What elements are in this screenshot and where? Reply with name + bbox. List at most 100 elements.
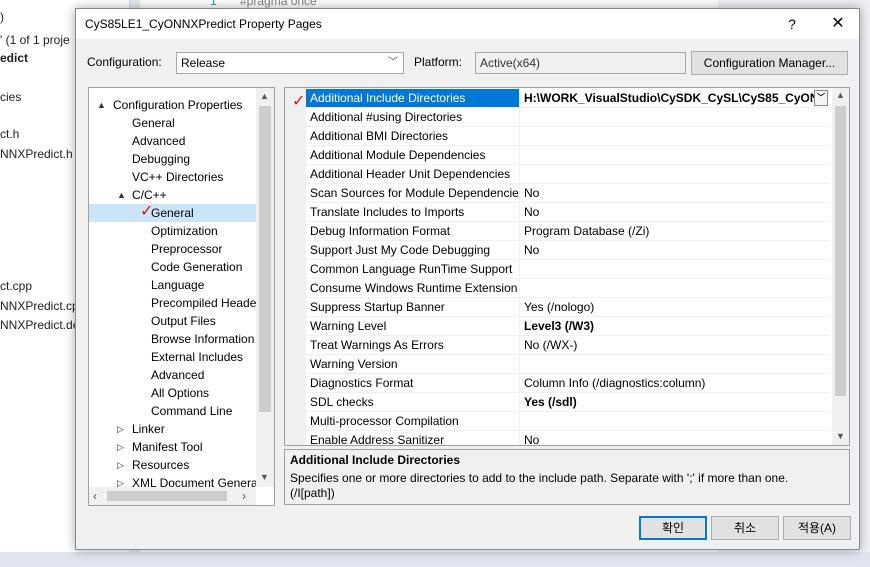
grid-vertical-scrollbar[interactable]: ▲ ▼ (832, 88, 849, 445)
property-value[interactable] (520, 260, 830, 278)
property-name[interactable]: SDL checks (306, 393, 520, 411)
scroll-down-icon[interactable]: ▼ (836, 431, 845, 441)
property-name[interactable]: Warning Level (306, 317, 520, 335)
tree-hscroll-thumb[interactable] (107, 491, 227, 501)
collapse-icon[interactable]: ▲ (117, 186, 126, 204)
property-value[interactable]: No (520, 241, 830, 259)
tree-item[interactable]: General (89, 204, 256, 222)
tree-item[interactable]: Browse Information (89, 330, 256, 348)
property-name[interactable]: Scan Sources for Module Dependencie (306, 184, 520, 202)
property-name[interactable]: Warning Version (306, 355, 520, 373)
property-value[interactable]: Level3 (/W3) (520, 317, 830, 335)
tree-item[interactable]: ▷ Linker (89, 420, 256, 438)
property-name[interactable]: Multi-processor Compilation (306, 412, 520, 430)
tree-horizontal-scrollbar[interactable]: ‹ › (89, 487, 256, 505)
tree-item[interactable]: VC++ Directories (89, 168, 256, 186)
grid-scroll-thumb[interactable] (835, 106, 846, 396)
property-name[interactable]: Enable Address Sanitizer (306, 431, 520, 445)
scroll-up-icon[interactable]: ▲ (836, 90, 845, 100)
property-row[interactable]: Multi-processor Compilation (306, 412, 830, 431)
tree-item[interactable]: Advanced (89, 366, 256, 384)
property-row[interactable]: Diagnostics Format Column Info (/diagnost… (306, 374, 830, 393)
property-name[interactable]: Additional Module Dependencies (306, 146, 520, 164)
property-value[interactable]: H:\WORK_VisualStudio\CySDK_CySL\CyS85_Cy… (520, 89, 830, 107)
property-value[interactable] (520, 355, 830, 373)
dialog-titlebar[interactable]: CyS85LE1_CyONNXPredict Property Pages ? … (76, 9, 859, 39)
property-value[interactable] (520, 146, 830, 164)
property-row[interactable]: Additional #using Directories (306, 108, 830, 127)
scroll-down-icon[interactable]: ▼ (260, 472, 269, 482)
tree-scroll-thumb[interactable] (259, 106, 271, 412)
property-row[interactable]: Support Just My Code Debugging No (306, 241, 830, 260)
apply-button[interactable]: 적용(A) (783, 516, 851, 540)
property-row[interactable]: Debug Information Format Program Database… (306, 222, 830, 241)
tree-item[interactable]: ▷ Resources (89, 456, 256, 474)
property-value[interactable]: Column Info (/diagnostics:column) (520, 374, 830, 392)
property-row[interactable]: Warning Level Level3 (/W3) (306, 317, 830, 336)
property-name[interactable]: Additional BMI Directories (306, 127, 520, 145)
property-name[interactable]: Debug Information Format (306, 222, 520, 240)
tree-item[interactable]: Debugging (89, 150, 256, 168)
tree-item[interactable]: Command Line (89, 402, 256, 420)
property-value[interactable] (520, 165, 830, 183)
configuration-manager-button[interactable]: Configuration Manager... (691, 51, 848, 75)
scroll-up-icon[interactable]: ▲ (260, 91, 269, 101)
solution-item[interactable]: NNXPredict.h (0, 147, 73, 161)
property-row[interactable]: SDL checks Yes (/sdl) (306, 393, 830, 412)
solution-item[interactable]: ct.h (0, 127, 19, 141)
solution-item[interactable]: ' (1 of 1 proje (0, 33, 70, 47)
property-name[interactable]: Support Just My Code Debugging (306, 241, 520, 259)
tree-item[interactable]: ▲ C/C++ (89, 186, 256, 204)
property-row[interactable]: Additional Header Unit Dependencies (306, 165, 830, 184)
property-row[interactable]: Additional BMI Directories (306, 127, 830, 146)
property-value[interactable]: Program Database (/Zi) (520, 222, 830, 240)
property-name[interactable]: Treat Warnings As Errors (306, 336, 520, 354)
property-row[interactable]: Scan Sources for Module Dependencie No (306, 184, 830, 203)
property-value[interactable] (520, 127, 830, 145)
property-value[interactable]: Yes (/nologo) (520, 298, 830, 316)
property-row[interactable]: Enable Address Sanitizer No (306, 431, 830, 445)
property-value[interactable]: No (520, 203, 830, 221)
tree-item[interactable]: Preprocessor (89, 240, 256, 258)
property-name[interactable]: Translate Includes to Imports (306, 203, 520, 221)
solution-item[interactable]: ) (0, 10, 4, 24)
property-row[interactable]: Additional Module Dependencies (306, 146, 830, 165)
tree-item[interactable]: Output Files (89, 312, 256, 330)
scroll-left-icon[interactable]: ‹ (93, 489, 97, 503)
tree-item[interactable]: All Options (89, 384, 256, 402)
property-name[interactable]: Suppress Startup Banner (306, 298, 520, 316)
collapse-icon[interactable]: ▲ (97, 96, 106, 114)
solution-item[interactable]: edict (0, 51, 28, 65)
ok-button[interactable]: 확인 (639, 516, 707, 540)
tree-item[interactable]: External Includes (89, 348, 256, 366)
solution-item[interactable]: ct.cpp (0, 279, 32, 293)
tree-item[interactable]: Precompiled Heade (89, 294, 256, 312)
property-row[interactable]: Common Language RunTime Support (306, 260, 830, 279)
property-row[interactable]: Warning Version (306, 355, 830, 374)
solution-item[interactable]: cies (0, 90, 21, 104)
property-row[interactable]: Translate Includes to Imports No (306, 203, 830, 222)
property-value[interactable]: No (520, 431, 830, 445)
property-value[interactable]: No (520, 184, 830, 202)
expand-icon[interactable]: ▷ (117, 456, 124, 474)
property-name[interactable]: Consume Windows Runtime Extension (306, 279, 520, 297)
property-name[interactable]: Additional Header Unit Dependencies (306, 165, 520, 183)
chevron-down-icon[interactable]: ﹀ (814, 90, 828, 106)
close-button[interactable]: ✕ (826, 13, 850, 35)
tree-item[interactable]: ▷ Manifest Tool (89, 438, 256, 456)
expand-icon[interactable]: ▷ (117, 420, 124, 438)
property-value[interactable] (520, 279, 830, 297)
property-value[interactable] (520, 412, 830, 430)
cancel-button[interactable]: 취소 (711, 516, 779, 540)
property-row[interactable]: Additional Include Directories H:\WORK_Vi… (306, 89, 830, 108)
solution-item[interactable]: NNXPredict.def (0, 318, 83, 332)
tree-item[interactable]: Advanced (89, 132, 256, 150)
property-value[interactable]: No (/WX-) (520, 336, 830, 354)
property-name[interactable]: Additional #using Directories (306, 108, 520, 126)
property-row[interactable]: Consume Windows Runtime Extension (306, 279, 830, 298)
property-value[interactable] (520, 108, 830, 126)
tree-vertical-scrollbar[interactable]: ▲ ▼ (256, 88, 274, 487)
tree-item[interactable]: General (89, 114, 256, 132)
solution-item[interactable]: NNXPredict.cpp (0, 299, 85, 313)
configuration-dropdown[interactable]: Release ﹀ (176, 52, 404, 74)
